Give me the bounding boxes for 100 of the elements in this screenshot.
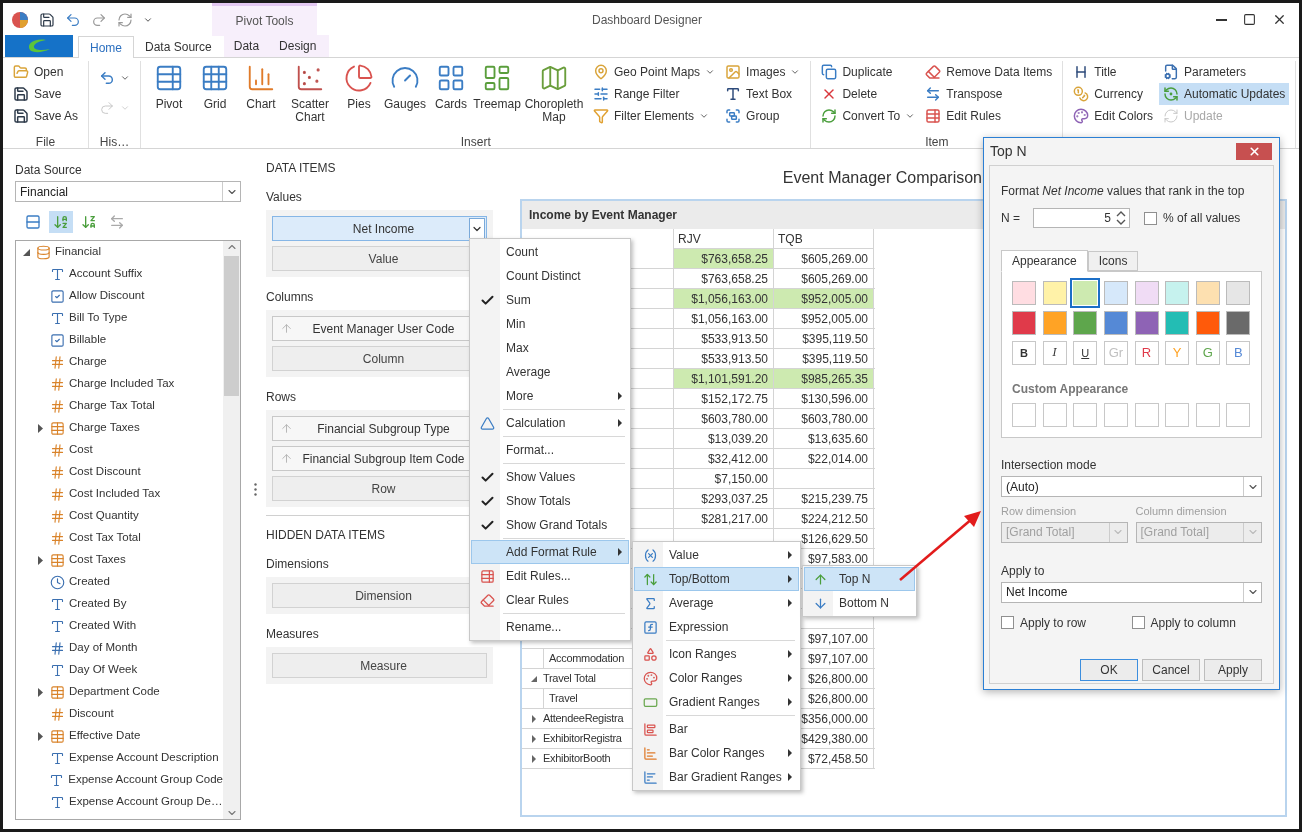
collapsed-arrow-icon[interactable] <box>37 555 43 565</box>
custom-swatch[interactable] <box>1103 403 1128 427</box>
tree-item[interactable]: Cost Quantity <box>16 505 223 527</box>
ribbon-tab[interactable]: Data Source <box>134 36 223 58</box>
tree-item[interactable]: Charge Taxes <box>16 417 223 439</box>
ribbon-button[interactable]: Range Filter <box>589 83 720 105</box>
tree-item[interactable]: Allow Discount <box>16 285 223 307</box>
ribbon-button[interactable]: Edit Rules <box>921 105 1057 127</box>
toolbar-button[interactable] <box>49 211 73 233</box>
menu-item[interactable]: Color Ranges <box>634 666 799 690</box>
collapsed-arrow-icon[interactable] <box>37 423 43 433</box>
tree-item[interactable]: Day Of Week <box>16 659 223 681</box>
menu-item[interactable]: Expression <box>634 615 799 639</box>
tree-item[interactable]: Effective Date <box>16 725 223 747</box>
ribbon-button[interactable]: Convert To <box>817 105 920 127</box>
color-swatch[interactable] <box>1165 281 1190 305</box>
tree-item[interactable]: Cost Tax Total <box>16 527 223 549</box>
text-style-swatch[interactable]: B <box>1226 341 1251 365</box>
menu-item[interactable]: Top/Bottom <box>634 567 799 591</box>
ribbon-button[interactable]: Text Box <box>721 83 805 105</box>
color-swatch[interactable] <box>1073 311 1098 335</box>
ribbon-button[interactable]: Group <box>721 105 805 127</box>
checkbox[interactable]: Apply to row <box>1001 613 1132 632</box>
expanded-arrow-icon[interactable] <box>22 248 30 256</box>
menu-item[interactable]: Top N <box>804 567 915 591</box>
menu-item[interactable]: Rename... <box>471 615 629 639</box>
checkbox[interactable]: Apply to column <box>1131 613 1262 632</box>
color-swatch[interactable] <box>1073 281 1098 305</box>
menu-item[interactable]: More <box>471 384 629 408</box>
color-swatch[interactable] <box>1226 311 1251 335</box>
color-swatch[interactable] <box>1012 311 1036 335</box>
custom-swatch[interactable] <box>1042 403 1067 427</box>
color-swatch[interactable] <box>1134 311 1159 335</box>
tree-item[interactable]: Cost Discount <box>16 461 223 483</box>
combo-box[interactable]: Financial <box>15 181 241 202</box>
scrollbar-thumb[interactable] <box>224 256 239 396</box>
text-style-swatch[interactable]: I <box>1042 341 1067 365</box>
tree-item[interactable]: Cost <box>16 439 223 461</box>
tree-item[interactable]: Expense Account Group Code <box>16 769 223 791</box>
spinner-arrows-icon[interactable] <box>1115 210 1127 226</box>
menu-item[interactable]: Bar <box>634 717 799 741</box>
tree-item[interactable]: Day of Month <box>16 637 223 659</box>
ribbon-button[interactable]: Edit Colors <box>1069 105 1157 127</box>
custom-swatch[interactable] <box>1226 403 1251 427</box>
ribbon-large-button[interactable]: Pivot <box>147 61 192 111</box>
scrollbar[interactable] <box>223 241 240 819</box>
custom-swatch[interactable] <box>1012 403 1036 427</box>
tab[interactable]: Appearance <box>1001 250 1088 272</box>
ribbon-button[interactable]: Delete <box>817 83 920 105</box>
menu-item[interactable]: Bar Gradient Ranges <box>634 765 799 789</box>
menu-item[interactable]: Average <box>634 591 799 615</box>
ribbon-button[interactable]: Automatic Updates <box>1159 83 1290 105</box>
ribbon-button[interactable]: Duplicate <box>817 61 920 83</box>
checkbox[interactable]: % of all values <box>1144 209 1241 227</box>
minimize-button[interactable] <box>1216 18 1227 21</box>
custom-swatch[interactable] <box>1073 403 1098 427</box>
menu-item[interactable]: Gradient Ranges <box>634 690 799 714</box>
ribbon-large-button[interactable]: Choropleth Map <box>521 61 588 124</box>
tree-item[interactable]: Created By <box>16 593 223 615</box>
ribbon-button[interactable]: Currency <box>1069 83 1157 105</box>
color-swatch[interactable] <box>1042 281 1067 305</box>
tree-item[interactable]: Discount <box>16 703 223 725</box>
dialog-button[interactable]: Cancel <box>1142 658 1200 681</box>
collapsed-arrow-icon[interactable] <box>37 731 43 741</box>
tree-item[interactable]: Created <box>16 571 223 593</box>
color-swatch[interactable] <box>1042 311 1067 335</box>
tree-item[interactable]: Charge <box>16 351 223 373</box>
color-swatch[interactable] <box>1103 311 1128 335</box>
color-swatch[interactable] <box>1103 281 1128 305</box>
text-style-swatch[interactable]: R <box>1134 341 1159 365</box>
ribbon-button[interactable]: Save <box>9 83 83 105</box>
ribbon-button[interactable]: Images <box>721 61 805 83</box>
menu-item[interactable]: Value <box>634 543 799 567</box>
custom-swatch[interactable] <box>1134 403 1159 427</box>
tree-item[interactable]: Billable <box>16 329 223 351</box>
tree-item[interactable]: Financial <box>16 241 223 263</box>
ribbon-button[interactable]: Remove Data Items <box>921 61 1057 83</box>
dialog-button[interactable]: OK <box>1080 658 1138 681</box>
ribbon-button[interactable]: Title <box>1069 61 1157 83</box>
collapsed-arrow-icon[interactable] <box>37 687 43 697</box>
ribbon-tab[interactable]: Data <box>223 35 270 57</box>
collapsed-arrow-icon[interactable] <box>532 714 536 723</box>
color-swatch[interactable] <box>1195 281 1220 305</box>
tree-item[interactable]: Charge Included Tax <box>16 373 223 395</box>
menu-item[interactable]: Bottom N <box>804 591 915 615</box>
menu-item[interactable]: Bar Color Ranges <box>634 741 799 765</box>
ribbon-tab[interactable]: Design <box>269 35 327 57</box>
menu-item[interactable]: Add Format Rule <box>471 540 629 564</box>
text-style-swatch[interactable]: U <box>1073 341 1098 365</box>
color-swatch[interactable] <box>1012 281 1036 305</box>
collapsed-arrow-icon[interactable] <box>532 754 536 763</box>
ribbon-large-button[interactable]: Scatter Chart <box>285 61 336 124</box>
data-item[interactable]: Net Income <box>272 216 487 241</box>
ribbon-button[interactable]: Filter Elements <box>589 105 720 127</box>
tree-item[interactable]: Created With <box>16 615 223 637</box>
tree-item[interactable]: Expense Account Description <box>16 747 223 769</box>
ribbon-tab[interactable]: Home <box>78 36 134 58</box>
tree-item[interactable]: Department Code <box>16 681 223 703</box>
ribbon-button[interactable]: Open <box>9 61 83 83</box>
combo-box[interactable]: (Auto) <box>1001 476 1262 497</box>
